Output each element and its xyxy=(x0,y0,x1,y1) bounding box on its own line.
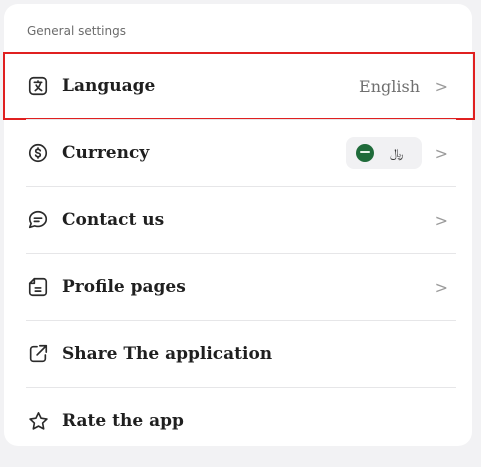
chat-icon xyxy=(26,208,50,232)
share-app-row[interactable]: Share The application xyxy=(4,321,472,387)
currency-label: Currency xyxy=(62,143,150,163)
share-app-label: Share The application xyxy=(62,344,273,364)
section-title: General settings xyxy=(27,24,126,38)
chevron-right-icon: > xyxy=(434,143,448,163)
selection-highlight xyxy=(3,52,475,120)
currency-selector[interactable]: ﷼ xyxy=(346,137,422,169)
rate-app-label: Rate the app xyxy=(62,411,184,431)
chevron-right-icon: > xyxy=(434,277,448,297)
profile-pages-row[interactable]: Profile pages > xyxy=(4,254,472,320)
rate-app-row[interactable]: Rate the app xyxy=(4,388,472,454)
general-settings-card: General settings Language English > Curr… xyxy=(3,4,475,446)
star-icon xyxy=(26,409,50,433)
currency-row[interactable]: Currency ﷼ > xyxy=(4,120,472,186)
currency-icon xyxy=(26,141,50,165)
contact-us-label: Contact us xyxy=(62,210,165,230)
share-icon xyxy=(26,342,50,366)
currency-symbol: ﷼ xyxy=(390,145,404,160)
saudi-flag-icon xyxy=(356,144,374,162)
profile-pages-icon xyxy=(26,275,50,299)
contact-us-row[interactable]: Contact us > xyxy=(4,187,472,253)
profile-pages-label: Profile pages xyxy=(62,277,186,297)
chevron-right-icon: > xyxy=(434,210,448,230)
